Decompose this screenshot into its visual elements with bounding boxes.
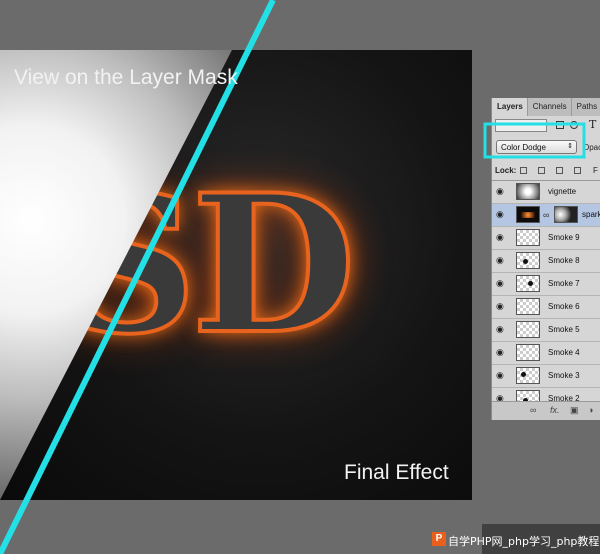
layer-name: Smoke 5	[548, 325, 580, 334]
layer-row-smoke-6[interactable]: ◉ Smoke 6	[492, 296, 600, 319]
lock-row: Lock: F	[492, 162, 600, 181]
panel-footer: ∞ fx. ▣ ◑	[492, 401, 600, 420]
layer-row-vignette[interactable]: ◉ vignette	[492, 181, 600, 204]
type-filter-icon[interactable]: T	[589, 118, 596, 131]
add-mask-icon[interactable]: ▣	[570, 405, 579, 416]
layer-name: Smoke 6	[548, 302, 580, 311]
tab-channels[interactable]: Channels	[528, 98, 572, 116]
mask-view-caption: View on the Layer Mask	[14, 66, 238, 89]
layer-thumbnail	[516, 252, 540, 269]
layer-thumbnail	[516, 229, 540, 246]
blend-mode-value: Color Dodge	[501, 143, 546, 152]
visibility-eye-icon[interactable]: ◉	[496, 279, 507, 288]
layer-name: Smoke 3	[548, 371, 580, 380]
adjustment-filter-icon[interactable]	[570, 121, 578, 129]
tab-paths[interactable]: Paths	[572, 98, 600, 116]
document-canvas[interactable]: SD	[0, 50, 472, 500]
watermark-logo: P	[432, 532, 446, 546]
pixel-filter-icon[interactable]	[556, 121, 564, 129]
layer-thumbnail	[516, 298, 540, 315]
layer-row-smoke-9[interactable]: ◉ Smoke 9	[492, 227, 600, 250]
adjustment-icon[interactable]: ◑	[588, 405, 593, 415]
layer-name: Smoke 9	[548, 233, 580, 242]
select-arrows-icon: ⇕	[567, 143, 573, 150]
visibility-eye-icon[interactable]: ◉	[496, 187, 507, 196]
layer-name: Smoke 8	[548, 256, 580, 265]
lock-position-icon[interactable]	[556, 167, 563, 174]
visibility-eye-icon[interactable]: ◉	[496, 371, 507, 380]
visibility-eye-icon[interactable]: ◉	[496, 325, 507, 334]
fill-label: F	[593, 166, 598, 175]
layer-mask-thumbnail[interactable]	[554, 206, 578, 223]
layers-panel: Layers Channels Paths T Color Dodge ⇕ Op…	[491, 98, 600, 420]
blend-mode-select[interactable]: Color Dodge ⇕	[496, 140, 577, 154]
visibility-eye-icon[interactable]: ◉	[496, 233, 507, 242]
layer-row-smoke-3[interactable]: ◉ Smoke 3	[492, 365, 600, 388]
mask-link-icon[interactable]: ∞	[543, 210, 549, 220]
filter-kind-select[interactable]	[495, 119, 547, 132]
lock-all-icon[interactable]	[574, 167, 581, 174]
layer-thumbnail	[516, 206, 540, 223]
panel-tabs: Layers Channels Paths	[492, 98, 600, 116]
layer-name: spark	[582, 210, 600, 219]
final-effect-caption: Final Effect	[344, 461, 449, 484]
layer-thumbnail	[516, 183, 540, 200]
visibility-eye-icon[interactable]: ◉	[496, 210, 507, 219]
lock-transparent-icon[interactable]	[520, 167, 527, 174]
layer-row-smoke-5[interactable]: ◉ Smoke 5	[492, 319, 600, 342]
layer-thumbnail	[516, 321, 540, 338]
fx-icon[interactable]: fx.	[550, 405, 560, 415]
visibility-eye-icon[interactable]: ◉	[496, 302, 507, 311]
blend-row: Color Dodge ⇕ Opaci	[492, 136, 600, 162]
layer-row-spark[interactable]: ◉ ∞ spark	[492, 204, 600, 227]
layer-row-smoke-7[interactable]: ◉ Smoke 7	[492, 273, 600, 296]
lock-label: Lock:	[495, 166, 517, 175]
layer-name: Smoke 7	[548, 279, 580, 288]
tab-layers[interactable]: Layers	[492, 98, 528, 116]
layer-filter-row: T	[492, 116, 600, 136]
watermark-text: 自学PHP网_php学习_php教程	[448, 535, 600, 548]
layer-name: vignette	[548, 187, 577, 196]
visibility-eye-icon[interactable]: ◉	[496, 256, 507, 265]
layer-row-smoke-4[interactable]: ◉ Smoke 4	[492, 342, 600, 365]
opacity-label: Opaci	[583, 143, 600, 152]
lock-pixels-icon[interactable]	[538, 167, 545, 174]
layer-thumbnail	[516, 367, 540, 384]
layer-name: Smoke 4	[548, 348, 580, 357]
link-icon[interactable]: ∞	[530, 405, 536, 415]
layer-thumbnail	[516, 275, 540, 292]
layer-thumbnail	[516, 344, 540, 361]
layer-row-smoke-8[interactable]: ◉ Smoke 8	[492, 250, 600, 273]
visibility-eye-icon[interactable]: ◉	[496, 348, 507, 357]
